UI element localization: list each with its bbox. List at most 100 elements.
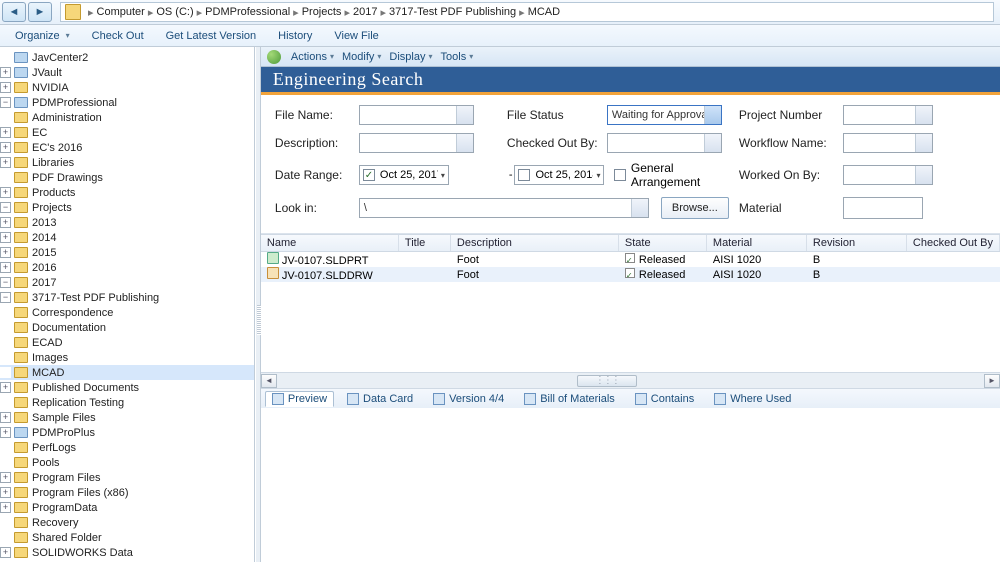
state-icon	[625, 268, 635, 278]
tree-item[interactable]: Documentation	[32, 322, 106, 334]
projectno-combo[interactable]	[843, 105, 933, 125]
tree-item[interactable]: 3717-Test PDF Publishing	[32, 292, 159, 304]
scroll-thumb[interactable]	[577, 375, 637, 387]
tree-item[interactable]: Recovery	[32, 517, 78, 529]
checkout-button[interactable]: Check Out	[83, 27, 153, 45]
tree-item[interactable]: Pools	[32, 457, 60, 469]
organize-menu[interactable]: Organize	[6, 27, 79, 45]
col-state[interactable]: State	[619, 235, 707, 251]
workflow-combo[interactable]	[843, 133, 933, 153]
tab-preview[interactable]: Preview	[265, 391, 334, 407]
breadcrumb[interactable]: MCAD	[528, 6, 560, 18]
tree-item[interactable]: 2013	[32, 217, 56, 229]
col-title[interactable]: Title	[399, 235, 451, 251]
globe-icon	[267, 50, 281, 64]
tab-datacard[interactable]: Data Card	[340, 391, 420, 407]
genarr-checkbox[interactable]	[614, 169, 625, 181]
expand-toggle[interactable]: +	[0, 67, 11, 78]
col-name[interactable]: Name	[261, 235, 399, 251]
table-row[interactable]: JV-0107.SLDDRWFootReleasedAISI 1020B	[261, 267, 1000, 282]
tree-item[interactable]: Sample Files	[32, 412, 96, 424]
browse-button[interactable]: Browse...	[661, 197, 729, 219]
history-button[interactable]: History	[269, 27, 321, 45]
tree-item[interactable]: 2014	[32, 232, 56, 244]
date-from[interactable]: ▾	[359, 165, 449, 185]
breadcrumb[interactable]: OS (C:)	[156, 6, 193, 18]
material-input[interactable]	[843, 197, 923, 219]
tree-item[interactable]: JVault	[32, 67, 62, 79]
tab-bom[interactable]: Bill of Materials	[517, 391, 622, 407]
vault-icon	[14, 67, 28, 78]
tree-item[interactable]: Projects	[32, 202, 72, 214]
tree-item[interactable]: 2016	[32, 262, 56, 274]
tree-item[interactable]: PDF Drawings	[32, 172, 103, 184]
tree-item[interactable]: ECAD	[32, 337, 63, 349]
tree-item[interactable]: Products	[32, 187, 75, 199]
h-scrollbar[interactable]: ◄ ►	[261, 372, 1000, 388]
whereused-icon	[714, 393, 726, 405]
tree-item-selected[interactable]: MCAD	[32, 367, 64, 379]
tree-item[interactable]: Published Documents	[32, 382, 139, 394]
breadcrumb[interactable]: Computer	[97, 6, 145, 18]
tree-item[interactable]: Correspondence	[32, 307, 113, 319]
tree-item[interactable]: PDMProPlus	[32, 427, 95, 439]
actions-menu[interactable]: Actions	[287, 49, 338, 65]
breadcrumb-path[interactable]: ▸ Computer▸ OS (C:)▸ PDMProfessional▸ Pr…	[60, 2, 994, 22]
filename-combo[interactable]	[359, 105, 474, 125]
tools-menu[interactable]: Tools	[437, 49, 478, 65]
scroll-right-icon[interactable]: ►	[984, 374, 1000, 388]
vault-icon	[14, 97, 28, 108]
breadcrumb[interactable]: 3717-Test PDF Publishing	[389, 6, 516, 18]
nav-back-button[interactable]: ◄	[2, 2, 26, 22]
address-bar: ◄ ► ▸ Computer▸ OS (C:)▸ PDMProfessional…	[0, 0, 1000, 25]
scroll-left-icon[interactable]: ◄	[261, 374, 277, 388]
search-form: File Name: File Status Waiting for Appro…	[261, 95, 1000, 234]
tree-item[interactable]: Program Files (x86)	[32, 487, 129, 499]
col-revision[interactable]: Revision	[807, 235, 907, 251]
tree-item[interactable]: Images	[32, 352, 68, 364]
breadcrumb[interactable]: Projects	[302, 6, 342, 18]
label-description: Description:	[275, 136, 359, 150]
lookin-combo[interactable]: \	[359, 198, 649, 218]
tree-item[interactable]: Shared Folder	[32, 532, 102, 544]
bom-icon	[524, 393, 536, 405]
tree-item[interactable]: Libraries	[32, 157, 74, 169]
tree-item[interactable]: EC's 2016	[32, 142, 82, 154]
description-combo[interactable]	[359, 133, 474, 153]
tree-item[interactable]: Administration	[32, 112, 102, 124]
display-menu[interactable]: Display	[385, 49, 436, 65]
tree-item[interactable]: 2017	[32, 277, 56, 289]
tree-item[interactable]: Replication Testing	[32, 397, 124, 409]
workedon-combo[interactable]	[843, 165, 933, 185]
tree-item[interactable]: SOLIDWORKS Data	[32, 547, 133, 559]
tab-contains[interactable]: Contains	[628, 391, 701, 407]
tree-item[interactable]: NVIDIA	[32, 82, 69, 94]
tab-version[interactable]: Version 4/4	[426, 391, 511, 407]
preview-icon	[272, 393, 284, 405]
tree-item[interactable]: PDMProfessional	[32, 97, 117, 109]
breadcrumb[interactable]: PDMProfessional	[205, 6, 290, 18]
tree-item[interactable]: ProgramData	[32, 502, 97, 514]
view-file-button[interactable]: View File	[325, 27, 387, 45]
state-icon	[625, 253, 635, 263]
tab-whereused[interactable]: Where Used	[707, 391, 798, 407]
tree-item[interactable]: Program Files	[32, 472, 100, 484]
col-description[interactable]: Description	[451, 235, 619, 251]
tree-item[interactable]: 2015	[32, 247, 56, 259]
col-checkedoutby[interactable]: Checked Out By	[907, 235, 1000, 251]
checkedoutby-combo[interactable]	[607, 133, 722, 153]
modify-menu[interactable]: Modify	[338, 49, 385, 65]
date-to[interactable]: ▾	[514, 165, 604, 185]
nav-forward-button[interactable]: ►	[28, 2, 52, 22]
toolbar: Organize Check Out Get Latest Version Hi…	[0, 25, 1000, 47]
tree-item[interactable]: PerfLogs	[32, 442, 76, 454]
col-material[interactable]: Material	[707, 235, 807, 251]
breadcrumb[interactable]: 2017	[353, 6, 377, 18]
table-row[interactable]: JV-0107.SLDPRTFootReleasedAISI 1020B	[261, 252, 1000, 267]
filestatus-combo[interactable]: Waiting for Approval	[607, 105, 722, 125]
tree-item[interactable]: EC	[32, 127, 47, 139]
tree-item[interactable]: JavCenter2	[32, 52, 88, 64]
results-header[interactable]: Name Title Description State Material Re…	[261, 234, 1000, 252]
folder-tree[interactable]: JavCenter2 +JVault +NVIDIA −PDMProfessio…	[0, 47, 255, 562]
get-latest-button[interactable]: Get Latest Version	[157, 27, 266, 45]
